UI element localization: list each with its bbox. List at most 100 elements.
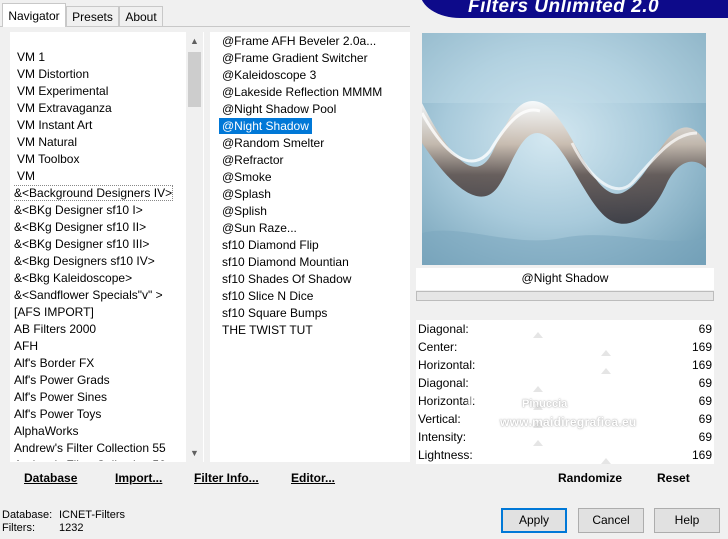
category-item[interactable]: VM Extravaganza <box>14 100 184 117</box>
parameter-slider[interactable] <box>490 320 666 338</box>
filter-label: THE TWIST TUT <box>222 323 313 337</box>
filter-label: @Lakeside Reflection MMMM <box>222 85 383 99</box>
editor-button[interactable]: Editor... <box>291 471 335 485</box>
filter-label: @Kaleidoscope 3 <box>222 68 317 82</box>
filter-label: @Frame AFH Beveler 2.0a... <box>222 34 377 48</box>
category-item[interactable]: VM Distortion <box>14 66 184 83</box>
category-item[interactable]: &<Bkg Kaleidoscope> <box>14 270 184 287</box>
category-item[interactable]: Alf's Border FX <box>14 355 184 372</box>
scroll-up-icon[interactable]: ▲ <box>186 34 203 48</box>
parameter-row: Diagonal: 69 <box>416 320 714 338</box>
filter-item[interactable]: @Refractor <box>222 152 408 169</box>
tab-navigator[interactable]: Navigator <box>2 3 66 27</box>
filter-item[interactable]: sf10 Diamond Mountian <box>222 254 408 271</box>
filter-item[interactable]: @Splish <box>222 203 408 220</box>
reset-button[interactable]: Reset <box>657 471 690 485</box>
category-item[interactable]: &<BKg Designer sf10 III> <box>14 236 184 253</box>
category-scrollbar[interactable]: ▲ ▼ <box>186 32 203 462</box>
slider-thumb-icon[interactable] <box>601 458 612 464</box>
filter-item[interactable]: sf10 Diamond Flip <box>222 237 408 254</box>
randomize-button[interactable]: Randomize <box>558 471 622 485</box>
category-item[interactable]: VM Experimental <box>14 83 184 100</box>
filter-item[interactable]: @Night Shadow Pool <box>222 101 408 118</box>
filter-label: sf10 Diamond Flip <box>222 238 319 252</box>
filters-info: Filters: 1232 <box>2 522 83 535</box>
parameter-row: Vertical: 69 <box>416 410 714 428</box>
parameter-slider[interactable] <box>490 374 666 392</box>
category-item[interactable]: Andrew's Filter Collection 56 <box>14 457 184 461</box>
apply-button[interactable]: Apply <box>501 508 567 533</box>
category-item[interactable]: &<Bkg Designers sf10 IV> <box>14 253 184 270</box>
category-item[interactable]: Alf's Power Toys <box>14 406 184 423</box>
filter-item[interactable]: @Splash <box>222 186 408 203</box>
category-item[interactable]: VM Natural <box>14 134 184 151</box>
category-label: VM Natural <box>17 135 78 149</box>
filter-item[interactable]: sf10 Shades Of Shadow <box>222 271 408 288</box>
filter-label: @Sun Raze... <box>222 221 297 235</box>
filter-label: sf10 Shades Of Shadow <box>222 272 352 286</box>
category-item[interactable]: &<Sandflower Specials"v" > <box>14 287 184 304</box>
filter-list[interactable]: @Frame AFH Beveler 2.0a... @Frame Gradien… <box>219 33 408 339</box>
filter-item[interactable]: @Frame AFH Beveler 2.0a... <box>222 33 408 50</box>
scroll-thumb[interactable] <box>188 52 201 107</box>
category-label: &<Background Designers IV> <box>14 185 174 201</box>
parameter-row: Intensity: 69 <box>416 428 714 446</box>
category-item[interactable]: &<BKg Designer sf10 I> <box>14 202 184 219</box>
parameter-slider[interactable] <box>490 428 666 446</box>
filter-item[interactable]: @Night Shadow <box>219 118 408 135</box>
filter-item[interactable]: @Smoke <box>222 169 408 186</box>
category-list[interactable]: VM 1 VM Distortion VM Experimental VM Extra… <box>14 49 184 461</box>
category-item[interactable]: Alf's Power Sines <box>14 389 184 406</box>
filter-item[interactable]: @Frame Gradient Switcher <box>222 50 408 67</box>
filter-label: @Splish <box>222 204 267 218</box>
filter-item[interactable]: THE TWIST TUT <box>222 322 408 339</box>
parameter-value: 69 <box>698 430 712 444</box>
parameter-slider[interactable] <box>490 410 666 428</box>
category-item[interactable]: [AFS IMPORT] <box>14 304 184 321</box>
parameter-slider[interactable] <box>490 338 666 356</box>
category-label: AlphaWorks <box>14 424 79 438</box>
category-label: &<Bkg Kaleidoscope> <box>14 271 133 285</box>
category-item[interactable]: VM 1 <box>14 49 184 66</box>
category-item[interactable]: &<BKg Designer sf10 II> <box>14 219 184 236</box>
category-item[interactable]: Andrew's Filter Collection 55 <box>14 440 184 457</box>
filter-item[interactable]: sf10 Square Bumps <box>222 305 408 322</box>
category-item[interactable]: Alf's Power Grads <box>14 372 184 389</box>
cancel-button[interactable]: Cancel <box>578 508 644 533</box>
category-label: Andrew's Filter Collection 55 <box>14 441 166 455</box>
database-button[interactable]: Database <box>24 471 77 485</box>
category-item[interactable]: VM Toolbox <box>14 151 184 168</box>
filter-item[interactable]: @Random Smelter <box>222 135 408 152</box>
category-item[interactable]: &<Background Designers IV> <box>14 185 184 202</box>
parameter-slider[interactable] <box>490 356 666 374</box>
tab-presets[interactable]: Presets <box>66 6 119 26</box>
category-item[interactable]: AlphaWorks <box>14 423 184 440</box>
import-button[interactable]: Import... <box>115 471 162 485</box>
category-item[interactable]: AB Filters 2000 <box>14 321 184 338</box>
scroll-down-icon[interactable]: ▼ <box>186 446 203 460</box>
filter-item[interactable]: sf10 Slice N Dice <box>222 288 408 305</box>
category-label: &<Sandflower Specials"v" > <box>14 288 163 302</box>
help-button[interactable]: Help <box>654 508 720 533</box>
parameter-label: Diagonal: <box>418 376 469 390</box>
filter-item[interactable]: @Kaleidoscope 3 <box>222 67 408 84</box>
parameter-slider[interactable] <box>490 446 666 464</box>
tab-about[interactable]: About <box>119 6 163 26</box>
parameter-row: Diagonal: 69 <box>416 374 714 392</box>
parameter-row: Lightness: 169 <box>416 446 714 464</box>
category-item[interactable]: AFH <box>14 338 184 355</box>
filters-label: Filters: <box>2 522 35 534</box>
filter-item[interactable]: @Lakeside Reflection MMMM <box>222 84 408 101</box>
filters-value: 1232 <box>59 522 84 534</box>
category-item[interactable]: VM <box>14 168 184 185</box>
filter-label: @Night Shadow <box>219 118 312 134</box>
filter-label: sf10 Diamond Mountian <box>222 255 349 269</box>
progress-bar <box>416 291 714 301</box>
parameter-slider[interactable] <box>490 392 666 410</box>
category-label: Alf's Power Toys <box>14 407 102 421</box>
category-label: VM Distortion <box>17 67 90 81</box>
filter-item[interactable]: @Sun Raze... <box>222 220 408 237</box>
category-item[interactable]: VM Instant Art <box>14 117 184 134</box>
filter-info-button[interactable]: Filter Info... <box>194 471 259 485</box>
category-label: AB Filters 2000 <box>14 322 97 336</box>
